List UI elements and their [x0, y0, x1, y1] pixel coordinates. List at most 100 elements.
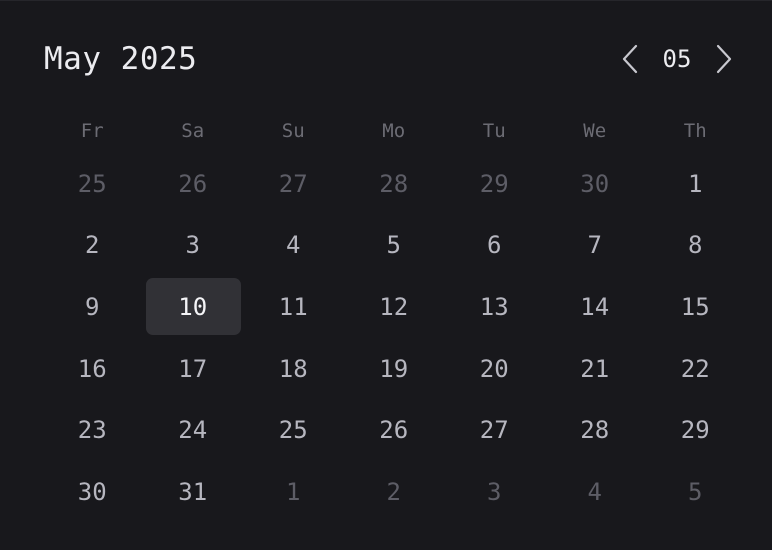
day-number: 16 — [77, 354, 107, 383]
day-cell-outside-month[interactable]: 29 — [444, 153, 545, 215]
day-cell[interactable]: 24 — [143, 399, 244, 461]
day-cell-outside-month[interactable]: 2 — [344, 461, 445, 523]
day-number: 1 — [286, 477, 301, 506]
month-navigation: 05 — [616, 39, 738, 79]
day-cell[interactable]: 13 — [444, 276, 545, 338]
day-number: 19 — [379, 354, 409, 383]
day-cell-outside-month[interactable]: 27 — [243, 153, 344, 215]
day-number: 11 — [278, 292, 308, 321]
previous-month-button[interactable] — [616, 39, 644, 79]
day-cell[interactable]: 19 — [344, 338, 445, 400]
day-number: 26 — [178, 169, 208, 198]
month-number: 05 — [662, 45, 692, 73]
day-cell-outside-month[interactable]: 4 — [545, 461, 646, 523]
weekday-label: We — [583, 120, 607, 142]
weekday-label: Su — [281, 120, 305, 142]
day-cell[interactable]: 1 — [645, 153, 746, 215]
day-number: 28 — [379, 169, 409, 198]
day-number: 20 — [479, 354, 509, 383]
weekday-label: Th — [683, 120, 707, 142]
day-number: 27 — [278, 169, 308, 198]
day-number: 2 — [386, 477, 401, 506]
day-cell-outside-month[interactable]: 25 — [42, 153, 143, 215]
weekday-header-row: Fr Sa Su Mo Tu We Th — [42, 107, 746, 155]
day-cell[interactable]: 28 — [545, 399, 646, 461]
day-number: 9 — [85, 292, 100, 321]
day-number: 14 — [580, 292, 610, 321]
day-cell[interactable]: 30 — [42, 461, 143, 523]
day-cell[interactable]: 17 — [143, 338, 244, 400]
day-cell[interactable]: 11 — [243, 276, 344, 338]
day-number: 27 — [479, 416, 509, 445]
day-number: 17 — [178, 354, 208, 383]
day-cell[interactable]: 22 — [645, 338, 746, 400]
day-number: 24 — [178, 416, 208, 445]
day-number: 23 — [77, 416, 107, 445]
day-number: 15 — [680, 292, 710, 321]
day-cell[interactable]: 27 — [444, 399, 545, 461]
day-cell[interactable]: 31 — [143, 461, 244, 523]
day-number: 4 — [286, 231, 301, 260]
day-number: 8 — [688, 231, 703, 260]
day-cell[interactable]: 20 — [444, 338, 545, 400]
weekday-label: Tu — [482, 120, 506, 142]
day-number: 6 — [487, 231, 502, 260]
day-number: 4 — [587, 477, 602, 506]
day-cell[interactable]: 25 — [243, 399, 344, 461]
day-number: 29 — [479, 169, 509, 198]
day-number: 25 — [77, 169, 107, 198]
weekday-label: Fr — [80, 120, 104, 142]
day-number: 3 — [487, 477, 502, 506]
day-number: 28 — [580, 416, 610, 445]
day-number: 1 — [688, 169, 703, 198]
day-cell-selected[interactable]: 10 — [143, 276, 244, 338]
day-cell[interactable]: 12 — [344, 276, 445, 338]
next-month-button[interactable] — [710, 39, 738, 79]
day-cell[interactable]: 14 — [545, 276, 646, 338]
day-cell[interactable]: 8 — [645, 215, 746, 277]
day-cell-outside-month[interactable]: 30 — [545, 153, 646, 215]
day-number: 2 — [85, 231, 100, 260]
day-cell[interactable]: 23 — [42, 399, 143, 461]
day-cell-outside-month[interactable]: 5 — [645, 461, 746, 523]
day-number: 10 — [178, 292, 208, 321]
day-cell[interactable]: 9 — [42, 276, 143, 338]
calendar: May 2025 05 Fr Sa Su Mo Tu We Th 25 26 27 2… — [0, 0, 772, 550]
day-number: 30 — [580, 169, 610, 198]
weekday-label: Sa — [181, 120, 205, 142]
day-number: 7 — [587, 231, 602, 260]
day-cell[interactable]: 21 — [545, 338, 646, 400]
day-cell-outside-month[interactable]: 1 — [243, 461, 344, 523]
day-number: 30 — [77, 477, 107, 506]
weekday-label: Mo — [382, 120, 406, 142]
day-number: 31 — [178, 477, 208, 506]
day-number: 22 — [680, 354, 710, 383]
day-number: 12 — [379, 292, 409, 321]
day-number: 5 — [386, 231, 401, 260]
month-year-title: May 2025 — [44, 41, 198, 77]
day-grid: 25 26 27 28 29 30 1 2 3 4 5 6 7 8 9 10 11 12 13 14 15 16 17 18 1… — [42, 153, 746, 523]
day-cell[interactable]: 2 — [42, 215, 143, 277]
day-cell[interactable]: 6 — [444, 215, 545, 277]
day-number: 26 — [379, 416, 409, 445]
chevron-right-icon — [716, 44, 732, 74]
day-number: 21 — [580, 354, 610, 383]
day-cell[interactable]: 3 — [143, 215, 244, 277]
day-cell[interactable]: 26 — [344, 399, 445, 461]
day-cell[interactable]: 4 — [243, 215, 344, 277]
day-number: 25 — [278, 416, 308, 445]
day-number: 13 — [479, 292, 509, 321]
day-cell[interactable]: 16 — [42, 338, 143, 400]
day-cell-outside-month[interactable]: 3 — [444, 461, 545, 523]
day-cell-outside-month[interactable]: 26 — [143, 153, 244, 215]
day-cell[interactable]: 18 — [243, 338, 344, 400]
day-number: 5 — [688, 477, 703, 506]
day-number: 29 — [680, 416, 710, 445]
day-number: 3 — [185, 231, 200, 260]
day-cell[interactable]: 29 — [645, 399, 746, 461]
day-cell[interactable]: 7 — [545, 215, 646, 277]
day-cell-outside-month[interactable]: 28 — [344, 153, 445, 215]
chevron-left-icon — [622, 44, 638, 74]
day-cell[interactable]: 5 — [344, 215, 445, 277]
day-cell[interactable]: 15 — [645, 276, 746, 338]
